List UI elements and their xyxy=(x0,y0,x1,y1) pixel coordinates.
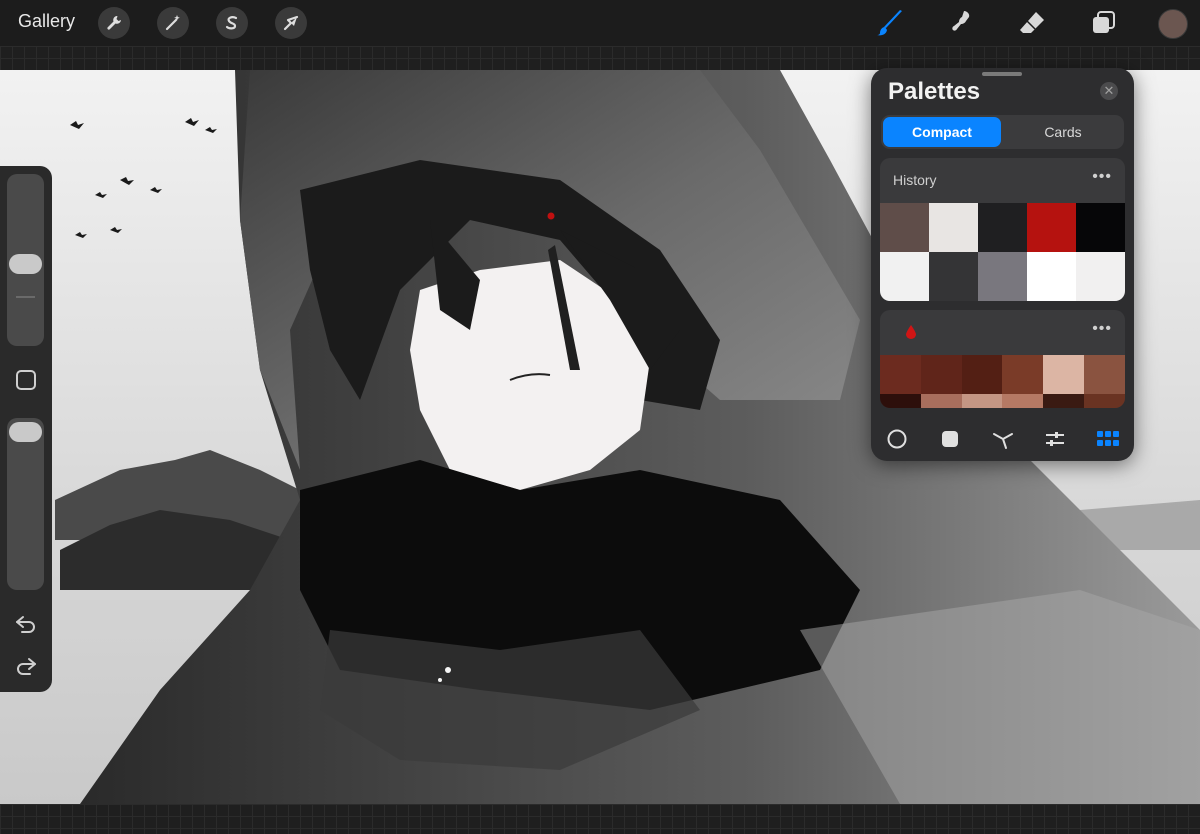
values-icon xyxy=(1046,432,1064,446)
opacity-knob[interactable] xyxy=(9,422,42,442)
palettes-icon xyxy=(1097,431,1119,446)
redo-icon xyxy=(17,658,36,675)
color-swatch[interactable] xyxy=(1076,252,1125,301)
color-swatch[interactable] xyxy=(1043,355,1085,394)
undo-button[interactable] xyxy=(13,612,39,636)
transform-button[interactable] xyxy=(275,7,307,39)
left-sidebar xyxy=(0,166,52,692)
wrench-icon xyxy=(107,16,121,30)
color-swatch[interactable] xyxy=(880,203,929,252)
color-mode-bar xyxy=(871,421,1134,457)
modify-square-icon xyxy=(16,370,36,390)
tab-cards[interactable]: Cards xyxy=(1004,117,1122,147)
eraser-icon xyxy=(1020,12,1044,33)
selection-icon xyxy=(225,16,238,30)
custom-palette: ••• xyxy=(880,310,1125,408)
classic-mode-button[interactable] xyxy=(938,427,962,451)
palettes-mode-button[interactable] xyxy=(1096,427,1120,451)
panel-grabber[interactable] xyxy=(982,72,1022,76)
layers-icon xyxy=(1093,11,1115,33)
magic-wand-icon xyxy=(165,15,180,31)
brush-size-slider[interactable] xyxy=(7,174,44,346)
opacity-slider[interactable] xyxy=(7,418,44,590)
values-mode-button[interactable] xyxy=(1043,427,1067,451)
classic-icon xyxy=(942,431,958,447)
actions-button[interactable] xyxy=(98,7,130,39)
panel-title: Palettes xyxy=(888,78,981,105)
harmony-icon xyxy=(993,433,1013,449)
history-palette-name: History xyxy=(893,172,937,188)
color-swatch[interactable] xyxy=(1043,394,1085,408)
brush-icon xyxy=(877,10,902,36)
canvas-background-bottom xyxy=(0,804,1200,834)
color-swatch[interactable] xyxy=(978,203,1027,252)
color-swatch[interactable] xyxy=(920,355,962,394)
color-swatch[interactable] xyxy=(1084,394,1125,408)
transform-arrow-icon xyxy=(283,15,299,31)
custom-more-button[interactable]: ••• xyxy=(1092,320,1112,338)
selection-button[interactable] xyxy=(216,7,248,39)
history-palette: History ••• xyxy=(880,158,1125,301)
layers-tool[interactable] xyxy=(1087,6,1121,40)
canvas-background-top xyxy=(0,46,1200,70)
harmony-mode-button[interactable] xyxy=(991,427,1015,451)
adjustments-button[interactable] xyxy=(157,7,189,39)
color-swatch[interactable] xyxy=(920,394,962,408)
tab-compact[interactable]: Compact xyxy=(883,117,1001,147)
disc-icon xyxy=(887,429,907,449)
brush-tool[interactable] xyxy=(873,6,907,40)
disc-mode-button[interactable] xyxy=(885,427,909,451)
palettes-panel: Palettes ✕ Compact Cards History ••• ••• xyxy=(871,68,1134,461)
color-swatch[interactable] xyxy=(1027,252,1076,301)
color-swatch[interactable] xyxy=(1002,394,1044,408)
smudge-tool[interactable] xyxy=(944,6,978,40)
smudge-icon xyxy=(952,11,970,31)
color-swatch[interactable] xyxy=(961,355,1003,394)
eraser-tool[interactable] xyxy=(1015,6,1049,40)
color-swatch[interactable] xyxy=(880,355,921,394)
color-swatch[interactable] xyxy=(1084,355,1125,394)
color-swatch[interactable] xyxy=(978,252,1027,301)
close-button[interactable]: ✕ xyxy=(1100,82,1118,100)
slider-midpoint xyxy=(16,296,35,298)
current-color-button[interactable] xyxy=(1158,9,1188,39)
top-toolbar: Gallery xyxy=(0,0,1200,46)
brush-size-knob[interactable] xyxy=(9,254,42,275)
color-swatch[interactable] xyxy=(1002,355,1044,394)
gallery-button[interactable]: Gallery xyxy=(18,11,75,32)
history-more-button[interactable]: ••• xyxy=(1092,168,1112,186)
color-swatch[interactable] xyxy=(880,252,929,301)
close-icon: ✕ xyxy=(1103,83,1115,98)
color-swatch[interactable] xyxy=(929,252,978,301)
redo-button[interactable] xyxy=(13,654,39,678)
view-mode-switch: Compact Cards xyxy=(881,115,1124,149)
blood-drop-icon xyxy=(906,325,916,339)
color-swatch[interactable] xyxy=(1076,203,1125,252)
color-swatch[interactable] xyxy=(880,394,921,408)
undo-icon xyxy=(16,616,35,633)
color-swatch[interactable] xyxy=(929,203,978,252)
modify-button[interactable] xyxy=(13,368,39,392)
color-swatch[interactable] xyxy=(961,394,1003,408)
color-swatch[interactable] xyxy=(1027,203,1076,252)
